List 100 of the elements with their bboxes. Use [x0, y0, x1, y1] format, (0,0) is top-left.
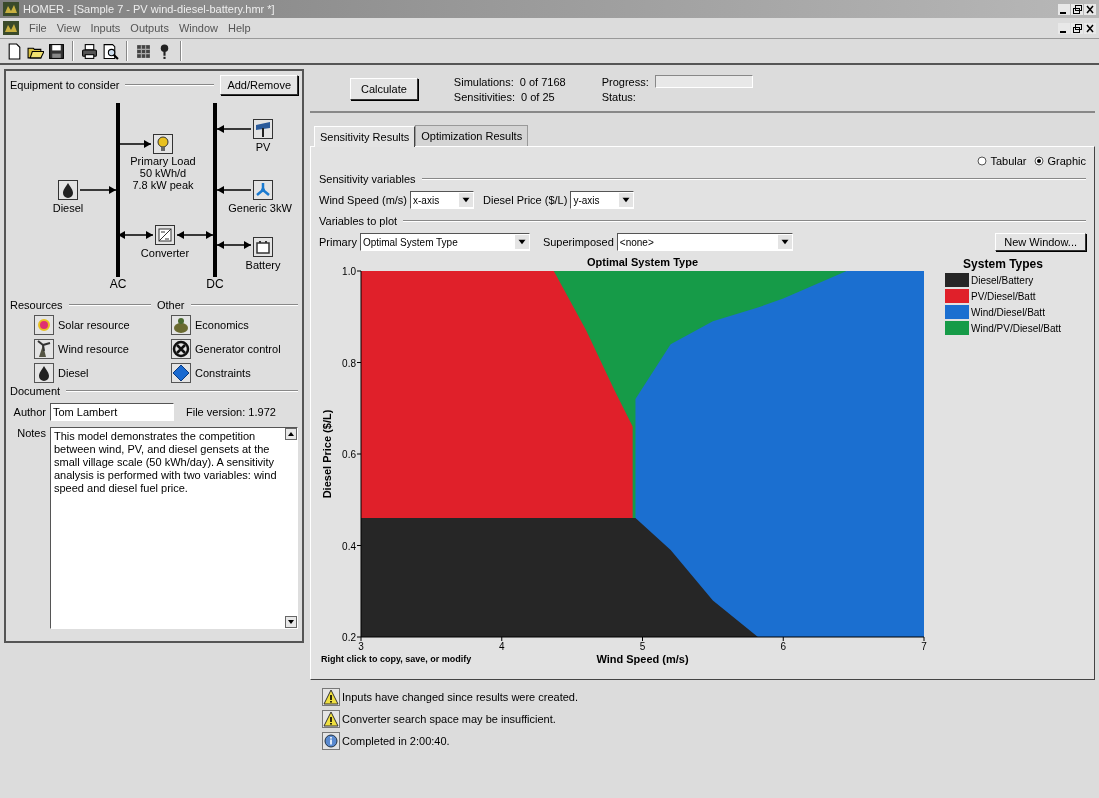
group-heading: Sensitivity variables [319, 173, 416, 185]
group-heading: Other [157, 299, 185, 311]
solar-panel-icon[interactable] [253, 119, 273, 139]
battery-icon[interactable] [253, 237, 273, 257]
component-label: Generic 3kW [227, 202, 293, 214]
field-label: Notes [16, 427, 46, 439]
print-preview-icon[interactable] [102, 42, 119, 60]
x-tick-label: 7 [921, 641, 927, 652]
double-arrow [176, 231, 214, 239]
x-tick-label: 5 [639, 641, 646, 652]
component-label: Battery [244, 259, 282, 271]
superimposed-dropdown[interactable]: <none> [616, 233, 793, 251]
menu-item[interactable]: View [56, 22, 81, 34]
resource-label[interactable]: Generator control [195, 343, 281, 355]
y-tick-label: 1.0 [342, 266, 356, 277]
fuel-drop-icon[interactable] [34, 363, 54, 383]
arrow [79, 186, 117, 194]
field-label: Author [12, 406, 46, 418]
y-tick-label: 0.8 [342, 357, 356, 369]
restore-button[interactable] [1071, 22, 1083, 34]
file-version: File version: 1.972 [186, 406, 276, 418]
minimize-button[interactable] [1058, 22, 1070, 34]
menu-item[interactable]: Window [178, 22, 218, 34]
chart-note: Right click to copy, save, or modify [321, 654, 472, 664]
progress-label: Progress: [601, 75, 649, 88]
bus-label: AC [108, 277, 128, 291]
resource-label[interactable]: Constraints [195, 367, 251, 379]
scroll-down-icon[interactable] [285, 616, 297, 628]
table-icon[interactable] [135, 42, 152, 60]
window-title: HOMER - [Sample 7 - PV wind-diesel-battery.hmr *] [23, 3, 275, 15]
variable-label: Diesel Price ($/L) [483, 194, 568, 206]
print-icon[interactable] [81, 42, 98, 60]
axis-dropdown[interactable]: y-axis [570, 191, 635, 209]
save-icon[interactable] [48, 42, 65, 60]
y-tick-label: 0.4 [342, 540, 356, 552]
x-tick-label: 6 [780, 641, 787, 652]
y-tick-label: 0.2 [342, 632, 356, 643]
menu-item[interactable]: Help [228, 22, 251, 34]
stat-value: 0 of 7168 [519, 75, 566, 88]
bus-label: DC [205, 277, 225, 291]
tab[interactable]: Sensitivity Results [314, 126, 416, 147]
app-icon [3, 2, 19, 16]
wind-turbine-icon[interactable] [34, 339, 54, 359]
component-label: Converter [139, 247, 191, 259]
notes-field[interactable]: This model demonstrates the competition between wind, PV, and diesel gensets at the small village scale (50 kWh/day). A sensitivity analysis is performed with two variables: wind speed and diesel fuel price. [50, 427, 298, 629]
fan-icon[interactable] [253, 180, 273, 200]
diamond-icon[interactable] [171, 363, 191, 383]
document-icon [3, 21, 19, 35]
scroll-up-icon[interactable] [285, 428, 297, 440]
calculate-button[interactable]: Calculate [350, 78, 418, 100]
group-heading: Document [10, 385, 61, 397]
legend-title: System Types [962, 257, 1044, 271]
resource-label[interactable]: Solar resource [58, 319, 130, 331]
menu-item[interactable]: Inputs [90, 22, 121, 34]
stat-label: Sensitivities: [453, 90, 515, 103]
close-button[interactable] [1084, 3, 1096, 15]
minimize-button[interactable] [1058, 3, 1070, 15]
menu-item[interactable]: File [29, 22, 47, 34]
light-bulb-icon[interactable] [153, 134, 173, 154]
arrow [216, 186, 252, 194]
sun-icon[interactable] [34, 315, 54, 335]
chart-title: Optimal System Type [586, 256, 699, 268]
variable-label: Wind Speed (m/s) [319, 194, 408, 206]
resource-label[interactable]: Wind resource [58, 343, 129, 355]
close-button[interactable] [1084, 22, 1096, 34]
group-heading: Resources [10, 299, 63, 311]
axis-dropdown[interactable]: x-axis [410, 191, 475, 209]
stat-label: Simulations: [453, 75, 514, 88]
author-field[interactable]: Tom Lambert [50, 403, 174, 421]
info-icon [322, 732, 340, 750]
x-axis-label: Wind Speed (m/s) [596, 653, 689, 665]
status-label: Status: [601, 90, 636, 103]
add-remove-button[interactable]: Add/Remove [220, 75, 298, 95]
x-tick-label: 3 [358, 641, 364, 652]
new-window-button[interactable]: New Window... [995, 233, 1086, 251]
warning-icon [322, 688, 340, 706]
legend-label: PV/Diesel/Batt [971, 290, 1036, 302]
converter-icon[interactable] [155, 225, 175, 245]
tab[interactable]: Optimization Results [415, 125, 529, 146]
new-file-icon[interactable] [6, 42, 23, 60]
double-arrow [216, 241, 252, 249]
y-tick-label: 0.6 [342, 449, 356, 460]
stat-value: 0 of 25 [521, 90, 555, 103]
message-text: Completed in 2:00:40. [342, 735, 450, 747]
primary-dropdown[interactable]: Optimal System Type [359, 233, 530, 251]
field-label: Superimposed [542, 236, 614, 248]
x-tick-label: 4 [498, 641, 505, 652]
arrow [117, 140, 152, 148]
resource-label[interactable]: Economics [195, 319, 249, 331]
field-label: Primary [319, 236, 357, 248]
menu-item[interactable]: Outputs [130, 22, 169, 34]
group-heading: Variables to plot [319, 215, 398, 227]
fuel-drop-icon[interactable] [58, 180, 78, 200]
legend-label: Diesel/Battery [971, 274, 1034, 286]
y-axis-label: Diesel Price ($/L) [321, 409, 333, 499]
resource-label[interactable]: Diesel [58, 367, 89, 379]
restore-button[interactable] [1071, 3, 1083, 15]
legend-label: Wind/PV/Diesel/Batt [971, 322, 1062, 334]
radio-button[interactable]: Graphic [1034, 155, 1086, 167]
radio-button[interactable]: Tabular [977, 155, 1027, 167]
